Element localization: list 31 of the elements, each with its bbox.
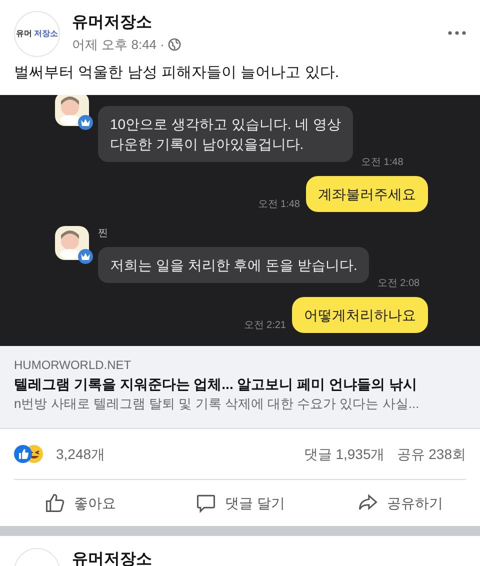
post-time: 어제 오후 8:44 · bbox=[72, 36, 164, 54]
link-domain: HUMORWORLD.NET bbox=[14, 357, 132, 374]
link-title: 텔레그램 기록을 지워준다는 업체... 알고보니 페미 언냐들의 낚시 bbox=[14, 375, 418, 394]
comment-count[interactable]: 댓글 1,935개 bbox=[304, 444, 385, 464]
thumbs-up-icon bbox=[44, 492, 66, 514]
link-description: n번방 사태로 텔레그램 탈퇴 및 기록 삭제에 대한 수요가 있다는 사실... bbox=[14, 395, 420, 413]
message-time: 오전 2:21 bbox=[244, 319, 286, 333]
post-text: 벌써부터 억울한 남성 피해자들이 늘어나고 있다. bbox=[13, 63, 340, 83]
message-bubble: 10안으로 생각하고 있습니다. 네 영상 다운한 기록이 남아있을겁니다. bbox=[98, 106, 354, 162]
message-bubble: 저희는 일을 처리한 후에 돈을 받습니다. bbox=[98, 247, 370, 283]
link-preview[interactable]: HUMORWORLD.NET 텔레그램 기록을 지워준다는 업체... 알고보니 페미 언냐들의 낚시 n번방 사태로 텔레그램 탈퇴 및 기록 삭제에 대한 수요가 있다는 사실... bbox=[0, 346, 480, 429]
page-avatar[interactable]: 유머 저장소 bbox=[14, 11, 60, 57]
speech-bubble-icon bbox=[195, 492, 218, 514]
page-name[interactable]: 유머저장소 bbox=[72, 13, 182, 33]
message-bubble: 어떻게처리하나요 bbox=[292, 297, 428, 333]
share-button[interactable]: 공유하기 bbox=[320, 492, 480, 514]
avatar-drawing bbox=[55, 226, 93, 264]
sender-name: 찐 bbox=[98, 227, 109, 241]
message-bubble: 계좌불러주세요 bbox=[306, 176, 428, 212]
more-options-icon[interactable] bbox=[448, 31, 466, 35]
avatar-text: 유머 bbox=[16, 28, 32, 40]
message-time: 오전 1:48 bbox=[361, 156, 404, 170]
message-time: 오전 2:08 bbox=[377, 277, 420, 291]
message-time: 오전 1:48 bbox=[258, 198, 300, 212]
avatar-text: 저장소 bbox=[34, 28, 58, 40]
reaction-count[interactable]: 3,248개 bbox=[56, 444, 106, 464]
like-button[interactable]: 좋아요 bbox=[0, 492, 160, 514]
globe-icon bbox=[168, 38, 182, 52]
share-count[interactable]: 공유 238회 bbox=[396, 444, 466, 464]
avatar-drawing bbox=[55, 95, 93, 130]
comment-button[interactable]: 댓글 달기 bbox=[160, 492, 320, 514]
